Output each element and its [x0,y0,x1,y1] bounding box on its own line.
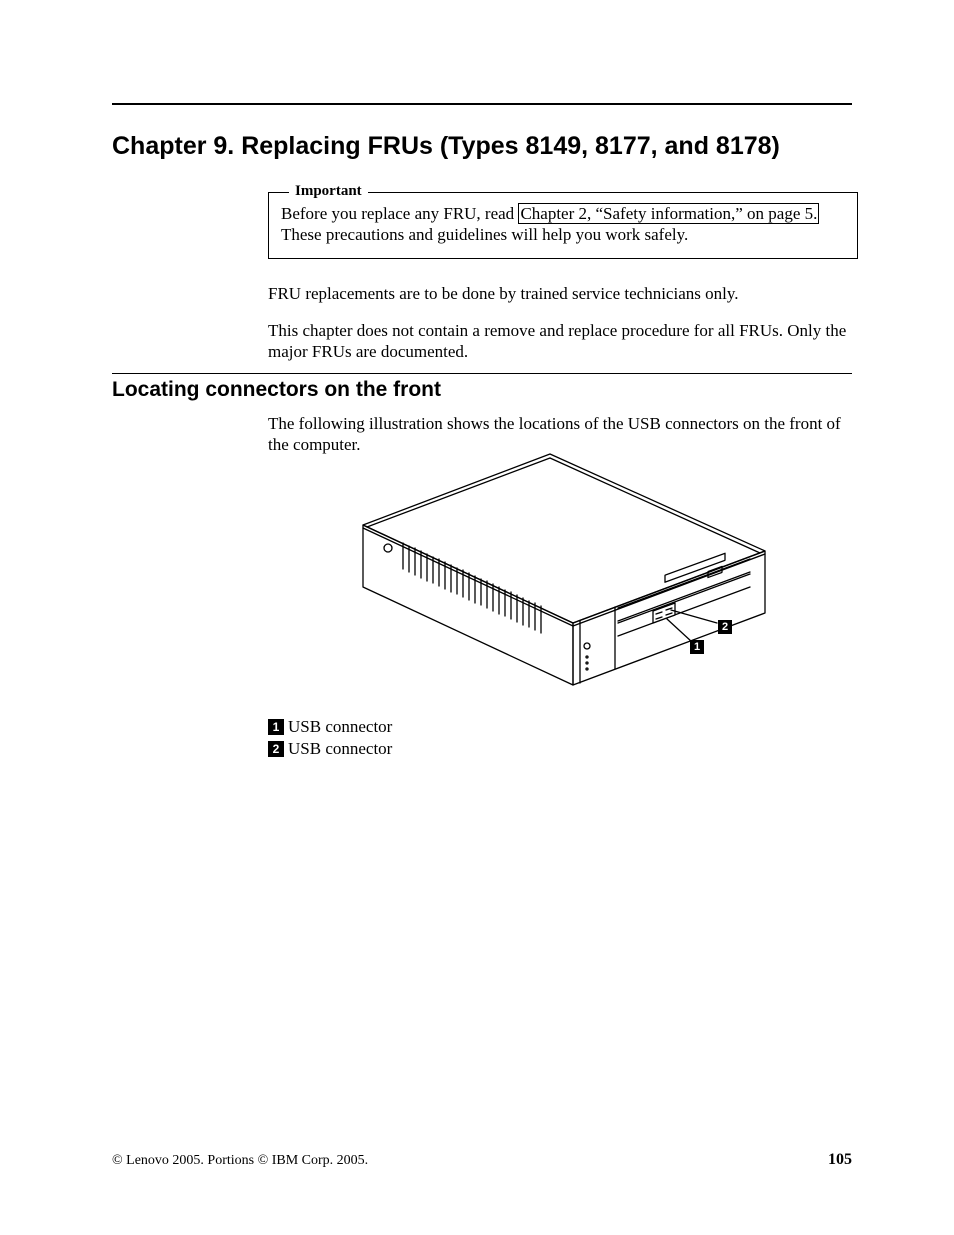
figure-callout-1: 1 [690,637,706,655]
top-rule [112,103,852,105]
callout-marker-2: 2 [718,620,732,634]
legend-row-1: 1 USB connector [268,716,392,737]
computer-svg [355,453,785,703]
section-intro: The following illustration shows the loc… [268,413,858,456]
legend-marker-1: 1 [268,719,284,735]
safety-info-link[interactable]: Chapter 2, “Safety information,” on page… [518,203,819,224]
page-number: 105 [828,1151,852,1169]
legend-label-2: USB connector [288,738,392,759]
section-title: Locating connectors on the front [112,378,441,402]
page: Chapter 9. Replacing FRUs (Types 8149, 8… [0,0,954,1235]
important-box: Important Before you replace any FRU, re… [268,192,858,259]
important-before: Before you replace any FRU, read [281,204,518,223]
paragraph-chapter-scope: This chapter does not contain a remove a… [268,320,858,363]
important-text: Before you replace any FRU, read Chapter… [281,203,845,246]
important-after: These precautions and guidelines will he… [281,225,688,244]
section-rule [112,373,852,374]
chapter-title: Chapter 9. Replacing FRUs (Types 8149, 8… [112,132,780,161]
important-legend: Important [289,183,368,200]
legend-label-1: USB connector [288,716,392,737]
figure-legend: 1 USB connector 2 USB connector [268,716,392,761]
paragraph-fru-trained: FRU replacements are to be done by train… [268,283,858,304]
legend-row-2: 2 USB connector [268,738,392,759]
page-footer: © Lenovo 2005. Portions © IBM Corp. 2005… [112,1151,852,1169]
legend-marker-2: 2 [268,741,284,757]
figure-callout-2: 2 [718,617,734,635]
computer-front-figure [355,453,785,703]
callout-marker-1: 1 [690,640,704,654]
copyright-text: © Lenovo 2005. Portions © IBM Corp. 2005… [112,1153,368,1169]
